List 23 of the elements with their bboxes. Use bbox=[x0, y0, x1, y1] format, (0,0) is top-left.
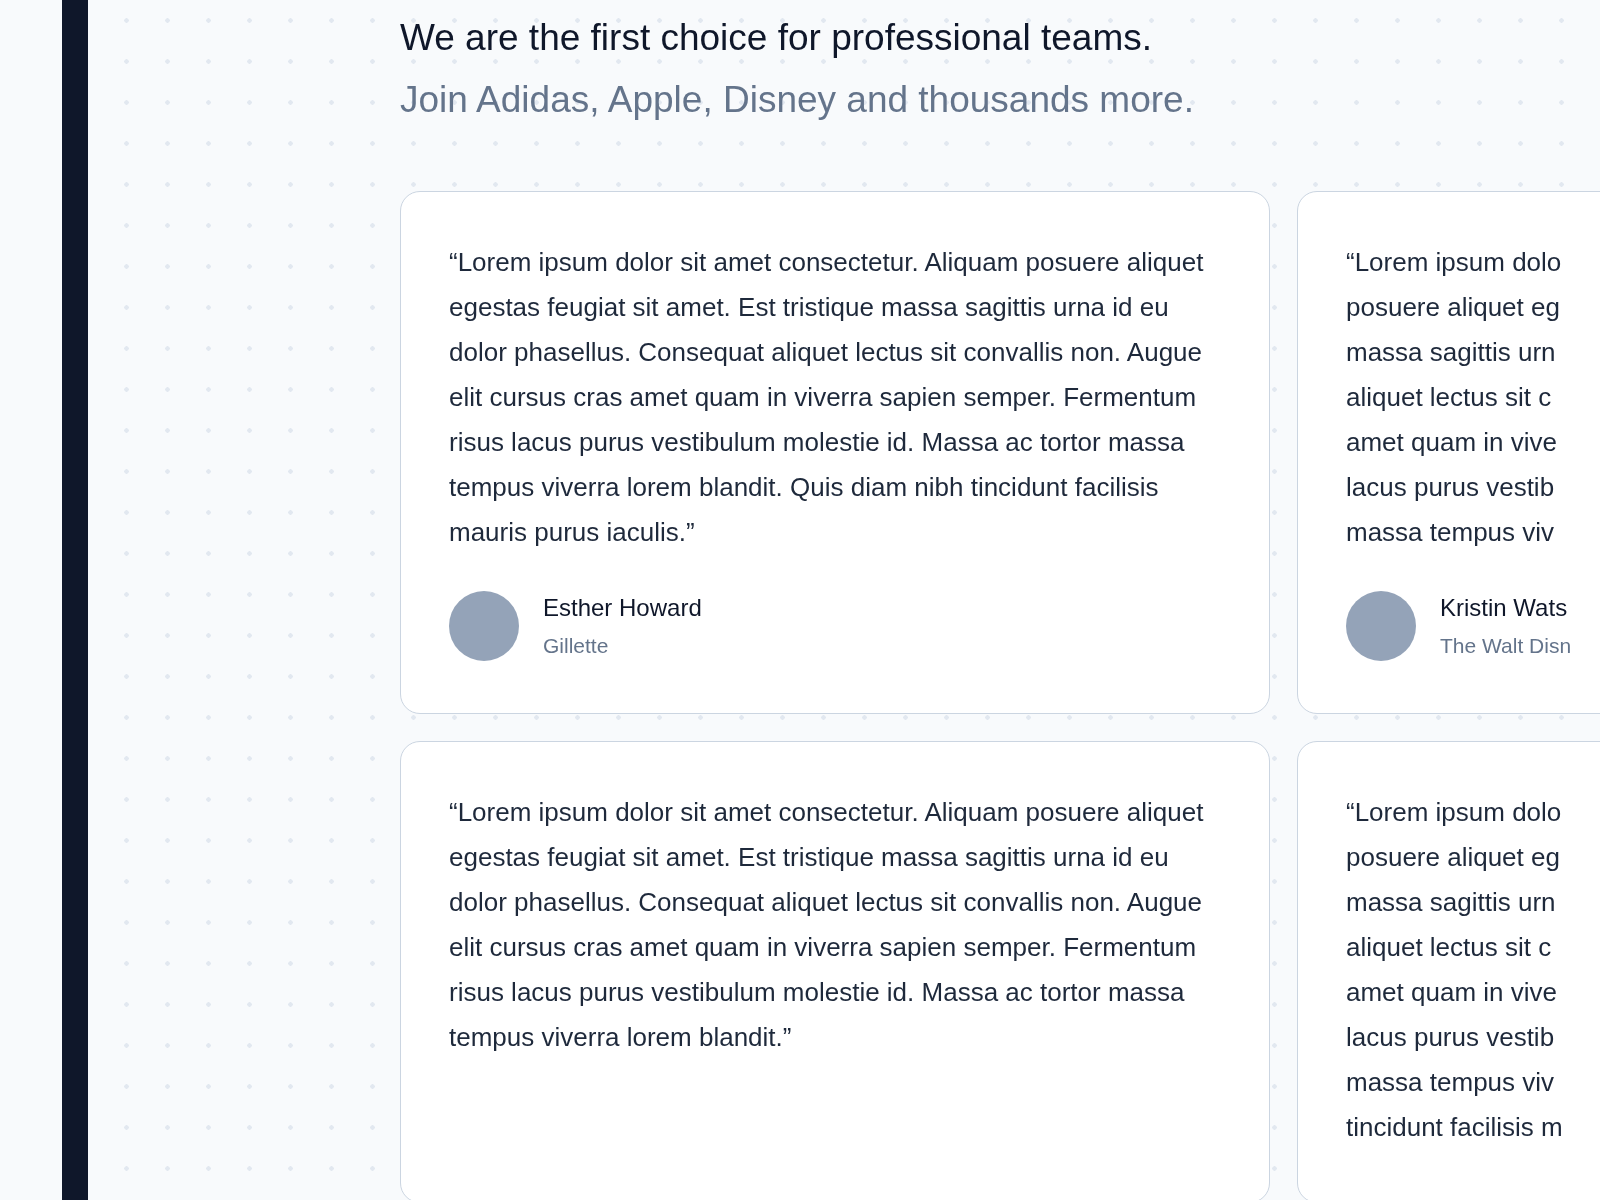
quote-line: aliquet lectus sit c bbox=[1346, 381, 1552, 414]
testimonial-quote: “Lorem ipsum dolor sit amet consectetur. Aliquam posuere aliquet egestas feugiat sit amet. Est tristique massa sagittis urna id eu dolor phasellus. Consequat aliquet lectus sit convallis non. Augue elit cursus cras amet quam in viverra sapien semper. Fermentum risus lacus purus vestibulum molestie id. Massa ac tortor massa tempus viverra lorem blandit. Quis diam nibh tincidunt facilisis mauris purus iaculis.” bbox=[449, 246, 1205, 549]
quote-line: “Lorem ipsum dolo bbox=[1346, 796, 1562, 829]
headline: We are the first choice for professional teams. bbox=[400, 16, 1153, 60]
author-name: Kristin Wats bbox=[1440, 594, 1569, 622]
quote-line: massa sagittis urn bbox=[1346, 886, 1556, 919]
subheadline: Join Adidas, Apple, Disney and thousands more. bbox=[400, 78, 1195, 122]
quote-line: amet quam in vive bbox=[1346, 426, 1557, 459]
quote-line: aliquet lectus sit c bbox=[1346, 931, 1552, 964]
quote-line: posuere aliquet eg bbox=[1346, 291, 1560, 324]
quote-line: massa tempus viv bbox=[1346, 516, 1555, 549]
quote-line: massa tempus viv bbox=[1346, 1066, 1555, 1099]
author-company: The Walt Disn bbox=[1440, 634, 1572, 658]
quote-line: lacus purus vestib bbox=[1346, 471, 1555, 504]
quote-line: massa sagittis urn bbox=[1346, 336, 1556, 369]
author-name: Esther Howard bbox=[543, 594, 702, 622]
quote-line: posuere aliquet eg bbox=[1346, 841, 1560, 874]
quote-line: amet quam in vive bbox=[1346, 976, 1557, 1009]
testimonial-quote: “Lorem ipsum dolor sit amet consectetur. Aliquam posuere aliquet egestas feugiat sit amet. Est tristique massa sagittis urna id eu dolor phasellus. Consequat aliquet lectus sit convallis non. Augue elit cursus cras amet quam in viverra sapien semper. Fermentum risus lacus purus vestibulum molestie id. Massa ac tortor massa tempus viverra lorem blandit.” bbox=[449, 796, 1205, 1054]
author-company: Gillette bbox=[543, 634, 610, 658]
quote-line: lacus purus vestib bbox=[1346, 1021, 1555, 1054]
quote-line: “Lorem ipsum dolo bbox=[1346, 246, 1562, 279]
quote-line: tincidunt facilisis m bbox=[1346, 1111, 1563, 1144]
